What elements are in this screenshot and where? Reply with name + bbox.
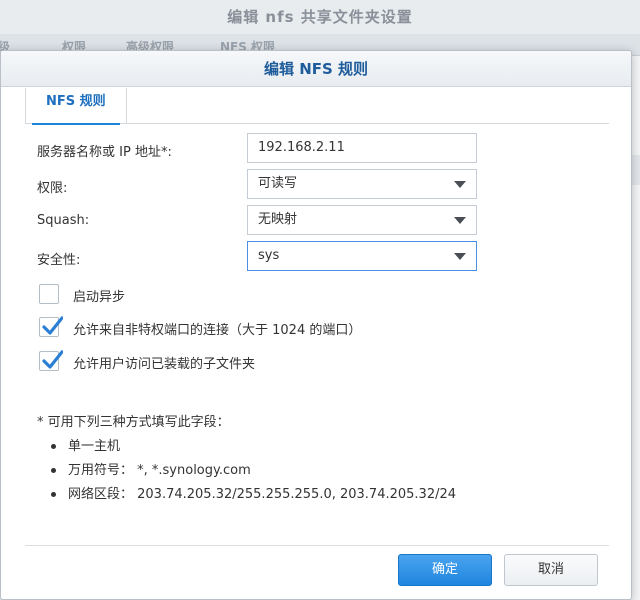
help-item-single-host: 单一主机 xyxy=(51,435,120,454)
server-address-input[interactable]: 192.168.2.11 xyxy=(247,133,477,163)
checkmark-icon xyxy=(42,316,63,335)
chevron-down-icon xyxy=(454,217,466,224)
active-tab-indicator xyxy=(32,123,120,125)
edit-nfs-rule-dialog: 编辑 NFS 规则 NFS 规则 服务器名称或 IP 地址*: 192.168.… xyxy=(0,50,632,600)
nonprivileged-ports-checkbox[interactable] xyxy=(39,316,63,337)
background-window-title: 编辑 nfs 共享文件夹设置 xyxy=(227,8,413,26)
footer-divider xyxy=(25,545,609,546)
security-select[interactable]: sys xyxy=(247,241,477,271)
help-item-network-range: 网络区段： 203.74.205.32/255.255.255.0, 203.7… xyxy=(51,483,456,502)
chevron-down-icon xyxy=(454,181,466,188)
squash-label: Squash: xyxy=(37,213,90,228)
bullet-icon xyxy=(51,492,56,497)
privilege-value: 可读写 xyxy=(258,176,298,191)
server-address-value: 192.168.2.11 xyxy=(258,140,345,155)
chevron-down-icon xyxy=(454,253,466,260)
security-value: sys xyxy=(258,248,280,263)
security-label: 安全性: xyxy=(37,253,81,268)
field-help-heading: * 可用下列三种方式填写此字段： xyxy=(37,415,230,430)
server-address-label: 服务器名称或 IP 地址*: xyxy=(37,145,172,160)
mounted-subfolders-label: 允许用户访问已装载的子文件夹 xyxy=(73,357,256,372)
tab-nfs-rule[interactable]: NFS 规则 xyxy=(25,88,127,125)
bullet-icon xyxy=(51,468,56,473)
async-checkbox[interactable] xyxy=(39,284,59,304)
privilege-select[interactable]: 可读写 xyxy=(247,169,477,199)
squash-select[interactable]: 无映射 xyxy=(247,205,477,235)
dialog-tab-bar: NFS 规则 xyxy=(25,88,609,125)
bullet-icon xyxy=(51,444,56,449)
mounted-subfolders-checkbox[interactable] xyxy=(39,350,63,371)
checkmark-icon xyxy=(42,350,63,369)
cancel-button[interactable]: 取消 xyxy=(504,554,598,586)
ok-button[interactable]: 确定 xyxy=(398,554,492,586)
dialog-title: 编辑 NFS 规则 xyxy=(1,51,631,87)
help-item-wildcard: 万用符号： *, *.synology.com xyxy=(51,459,251,478)
async-label: 启动异步 xyxy=(73,290,126,305)
tab-nfs-rule-label: NFS 规则 xyxy=(46,94,106,109)
privilege-label: 权限: xyxy=(37,181,68,196)
squash-value: 无映射 xyxy=(258,212,298,227)
nonprivileged-ports-label: 允许来自非特权端口的连接（大于 1024 的端口） xyxy=(73,323,362,338)
